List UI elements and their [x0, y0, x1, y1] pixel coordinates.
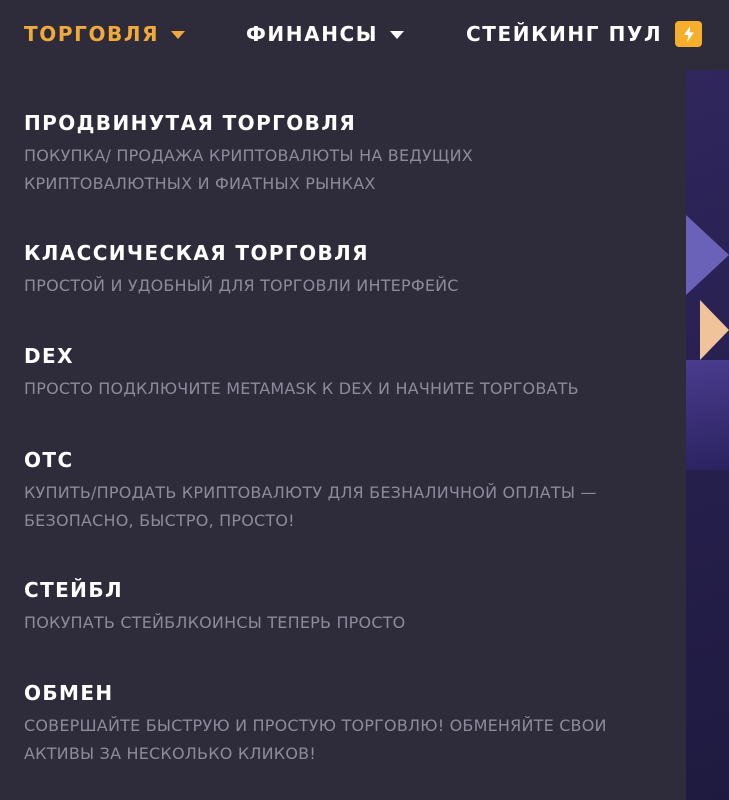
nav-trade-label: ТОРГОВЛЯ	[24, 22, 160, 46]
menu-item-description: ПОКУПКА/ ПРОДАЖА КРИПТОВАЛЮТЫ НА ВЕДУЩИХ…	[24, 146, 473, 193]
menu-item-dex[interactable]: DEX ПРОСТО ПОДКЛЮЧИТЕ METAMASK К DEX И Н…	[24, 343, 664, 403]
menu-item-description: СОВЕРШАЙТЕ БЫСТРУЮ И ПРОСТУЮ ТОРГОВЛЮ! О…	[24, 716, 607, 763]
menu-item-otc[interactable]: OTC КУПИТЬ/ПРОДАТЬ КРИПТОВАЛЮТУ ДЛЯ БЕЗН…	[24, 447, 664, 535]
trade-dropdown-menu: ПРОДВИНУТАЯ ТОРГОВЛЯ ПОКУПКА/ ПРОДАЖА КР…	[0, 70, 686, 800]
menu-item-exchange[interactable]: ОБМЕН СОВЕРШАЙТЕ БЫСТРУЮ И ПРОСТУЮ ТОРГО…	[24, 680, 664, 768]
caret-down-icon	[390, 31, 405, 39]
top-navigation: ТОРГОВЛЯ ФИНАНСЫ СТЕЙКИНГ ПУЛ	[0, 0, 729, 70]
caret-down-icon	[171, 31, 186, 39]
menu-item-description: КУПИТЬ/ПРОДАТЬ КРИПТОВАЛЮТУ ДЛЯ БЕЗНАЛИЧ…	[24, 483, 597, 530]
menu-item-stable[interactable]: СТЕЙБЛ ПОКУПАТЬ СТЕЙБЛКОИНСЫ ТЕПЕРЬ ПРОС…	[24, 577, 664, 637]
menu-item-title: DEX	[24, 344, 74, 368]
nav-trade-menu[interactable]: ТОРГОВЛЯ	[24, 20, 186, 48]
background-accent-triangle-decoration	[700, 300, 729, 360]
nav-staking-label: СТЕЙКИНГ ПУЛ	[466, 22, 663, 46]
background-band-decoration	[686, 360, 729, 470]
menu-item-title: OTC	[24, 448, 74, 472]
menu-item-advanced-trading[interactable]: ПРОДВИНУТАЯ ТОРГОВЛЯ ПОКУПКА/ ПРОДАЖА КР…	[24, 110, 664, 198]
nav-staking-pool-link[interactable]: СТЕЙКИНГ ПУЛ	[466, 20, 703, 48]
menu-item-title: ОБМЕН	[24, 681, 114, 705]
menu-item-description: ПРОСТОЙ И УДОБНЫЙ ДЛЯ ТОРГОВЛИ ИНТЕРФЕЙС	[24, 276, 459, 295]
nav-finance-menu[interactable]: ФИНАНСЫ	[246, 20, 405, 48]
background-triangle-decoration	[686, 215, 729, 295]
menu-item-title: СТЕЙБЛ	[24, 578, 123, 602]
menu-item-title: ПРОДВИНУТАЯ ТОРГОВЛЯ	[24, 111, 357, 135]
nav-finance-label: ФИНАНСЫ	[246, 22, 379, 46]
menu-item-classic-trading[interactable]: КЛАССИЧЕСКАЯ ТОРГОВЛЯ ПРОСТОЙ И УДОБНЫЙ …	[24, 240, 664, 300]
lightning-bolt-icon	[675, 21, 703, 47]
menu-item-description: ПОКУПАТЬ СТЕЙБЛКОИНСЫ ТЕПЕРЬ ПРОСТО	[24, 613, 406, 632]
menu-item-description: ПРОСТО ПОДКЛЮЧИТЕ METAMASK К DEX И НАЧНИ…	[24, 379, 579, 398]
menu-item-title: КЛАССИЧЕСКАЯ ТОРГОВЛЯ	[24, 241, 369, 265]
